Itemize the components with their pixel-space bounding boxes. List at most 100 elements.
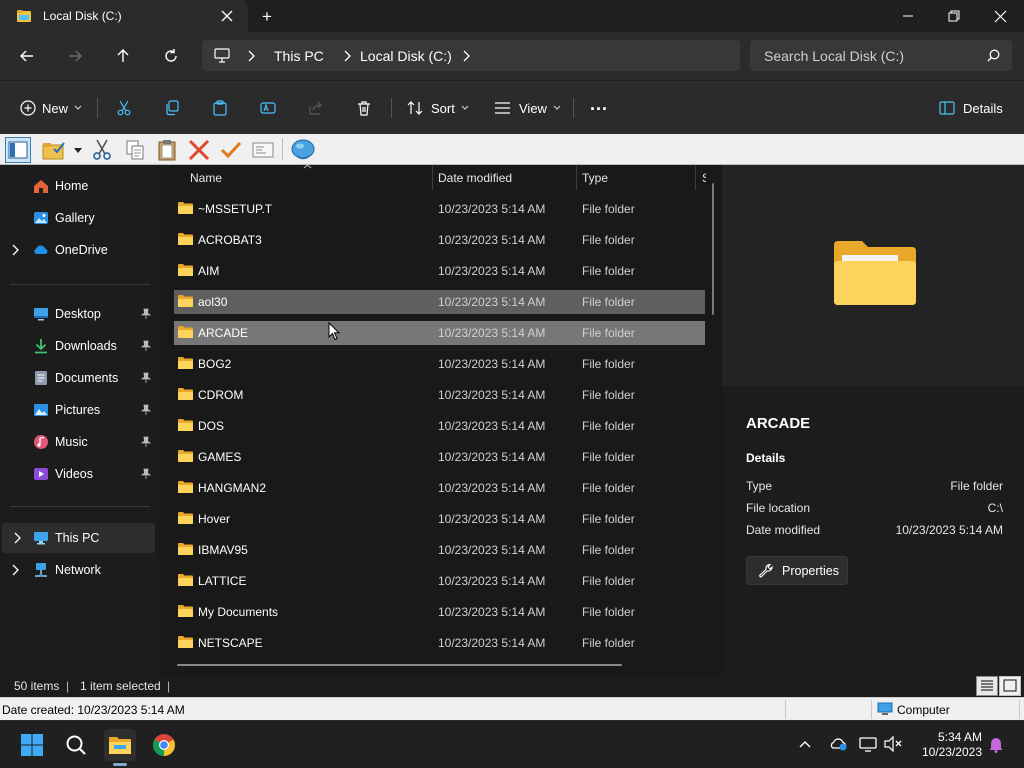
file-row[interactable]: Hover 10/23/2023 5:14 AM File folder bbox=[174, 507, 705, 531]
minimize-button[interactable] bbox=[885, 0, 931, 32]
start-button[interactable] bbox=[16, 729, 48, 761]
paste-button[interactable] bbox=[212, 94, 228, 122]
file-row[interactable]: ARCADE 10/23/2023 5:14 AM File folder bbox=[174, 321, 705, 345]
column-header-name[interactable]: Name bbox=[177, 164, 432, 190]
breadcrumb-local-disk[interactable]: Local Disk (C:) bbox=[360, 48, 452, 64]
restore-button[interactable] bbox=[931, 0, 977, 32]
file-row[interactable]: LATTICE 10/23/2023 5:14 AM File folder bbox=[174, 569, 705, 593]
file-row[interactable]: DOS 10/23/2023 5:14 AM File folder bbox=[174, 414, 705, 438]
new-tab-button[interactable]: + bbox=[262, 7, 272, 27]
details-pane-button[interactable]: Details bbox=[939, 94, 1003, 122]
large-icons-view-toggle[interactable] bbox=[999, 676, 1021, 696]
classic-paste-button[interactable] bbox=[154, 137, 180, 163]
classic-properties-button[interactable] bbox=[250, 137, 276, 163]
notification-bell-icon[interactable] bbox=[988, 736, 1004, 753]
onedrive-tray-icon[interactable] bbox=[829, 736, 849, 752]
classic-select-button[interactable] bbox=[218, 137, 244, 163]
file-date: 10/23/2023 5:14 AM bbox=[438, 481, 546, 495]
forward-button[interactable] bbox=[59, 40, 91, 72]
view-button[interactable]: View bbox=[494, 94, 561, 122]
file-row[interactable]: HANGMAN2 10/23/2023 5:14 AM File folder bbox=[174, 476, 705, 500]
details-location-value: C:\ bbox=[987, 501, 1003, 515]
classic-cut-button[interactable] bbox=[89, 137, 115, 163]
column-header-size[interactable]: S bbox=[696, 165, 706, 190]
cut-button[interactable] bbox=[116, 94, 132, 122]
file-row[interactable]: IBMAV95 10/23/2023 5:14 AM File folder bbox=[174, 538, 705, 562]
nav-item-this-pc[interactable]: This PC bbox=[2, 523, 155, 553]
share-button[interactable] bbox=[308, 94, 324, 122]
folder-options-dropdown[interactable] bbox=[70, 137, 86, 163]
properties-button[interactable]: Properties bbox=[746, 556, 848, 585]
file-row[interactable]: GAMES 10/23/2023 5:14 AM File folder bbox=[174, 445, 705, 469]
column-header-type[interactable]: Type bbox=[577, 165, 694, 190]
folder-icon bbox=[177, 480, 194, 494]
nav-item-videos[interactable]: Videos bbox=[0, 459, 155, 489]
nav-item-home[interactable]: Home bbox=[0, 171, 155, 201]
divider bbox=[391, 98, 392, 118]
chrome-taskbar-button[interactable] bbox=[148, 729, 180, 761]
folder-icon bbox=[177, 418, 194, 432]
nav-item-pictures[interactable]: Pictures bbox=[0, 395, 155, 425]
address-bar[interactable]: This PC Local Disk (C:) bbox=[202, 40, 740, 71]
nav-item-desktop[interactable]: Desktop bbox=[0, 299, 155, 329]
navigation-pane-toggle[interactable] bbox=[5, 137, 31, 163]
nav-item-documents[interactable]: Documents bbox=[0, 363, 155, 393]
up-button[interactable] bbox=[107, 40, 139, 72]
close-tab-icon[interactable] bbox=[220, 9, 234, 23]
chevron-up-icon[interactable] bbox=[799, 740, 811, 748]
new-button[interactable]: New bbox=[20, 94, 82, 122]
search-taskbar-button[interactable] bbox=[60, 729, 92, 761]
classic-delete-button[interactable] bbox=[186, 137, 212, 163]
chevron-right-icon[interactable] bbox=[11, 244, 19, 256]
sort-button[interactable]: Sort bbox=[407, 94, 469, 122]
nav-item-network[interactable]: Network bbox=[0, 555, 155, 585]
nav-item-onedrive[interactable]: OneDrive bbox=[0, 235, 155, 265]
chevron-right-icon[interactable] bbox=[11, 564, 19, 576]
clock[interactable]: 5:34 AM 10/23/2023 bbox=[912, 730, 982, 760]
breadcrumb-this-pc[interactable]: This PC bbox=[274, 48, 324, 64]
rename-button[interactable] bbox=[260, 94, 276, 122]
search-input[interactable]: Search Local Disk (C:) bbox=[750, 40, 1012, 71]
pictures-icon bbox=[33, 402, 49, 418]
file-row[interactable]: My Documents 10/23/2023 5:14 AM File folde… bbox=[174, 600, 705, 624]
nav-item-music[interactable]: Music bbox=[0, 427, 155, 457]
details-view-toggle[interactable] bbox=[976, 676, 998, 696]
nav-item-downloads[interactable]: Downloads bbox=[0, 331, 155, 361]
chevron-right-icon[interactable] bbox=[462, 50, 470, 62]
chevron-right-icon[interactable] bbox=[343, 50, 351, 62]
file-row[interactable]: CDROM 10/23/2023 5:14 AM File folder bbox=[174, 383, 705, 407]
delete-button[interactable] bbox=[356, 94, 372, 122]
close-window-button[interactable] bbox=[977, 0, 1023, 32]
chevron-right-icon[interactable] bbox=[13, 532, 21, 544]
folder-options-button[interactable] bbox=[41, 137, 67, 163]
tab-local-disk[interactable]: Local Disk (C:) bbox=[0, 0, 248, 32]
file-row[interactable]: AIM 10/23/2023 5:14 AM File folder bbox=[174, 259, 705, 283]
file-explorer-taskbar-button[interactable] bbox=[104, 729, 136, 766]
checkmark-icon bbox=[220, 141, 242, 159]
file-row[interactable]: ~MSSETUP.T 10/23/2023 5:14 AM File folder bbox=[174, 197, 705, 221]
refresh-button[interactable] bbox=[155, 40, 187, 72]
title-bar: Local Disk (C:) + bbox=[0, 0, 1024, 32]
zone-label: Computer bbox=[897, 703, 950, 717]
folder-icon bbox=[177, 449, 194, 463]
file-row[interactable]: NETSCAPE 10/23/2023 5:14 AM File folder bbox=[174, 631, 705, 655]
column-header-date[interactable]: Date modified bbox=[433, 165, 576, 190]
back-button[interactable] bbox=[11, 40, 43, 72]
search-icon[interactable] bbox=[987, 49, 1000, 62]
file-row[interactable]: ACROBAT3 10/23/2023 5:14 AM File folder bbox=[174, 228, 705, 252]
display-tray-icon[interactable] bbox=[859, 736, 877, 752]
classic-copy-button[interactable] bbox=[122, 137, 148, 163]
active-indicator bbox=[113, 763, 127, 766]
file-row[interactable]: BOG2 10/23/2023 5:14 AM File folder bbox=[174, 352, 705, 376]
vertical-scrollbar[interactable] bbox=[712, 183, 714, 315]
chevron-right-icon[interactable] bbox=[247, 50, 255, 62]
horizontal-scrollbar[interactable] bbox=[177, 664, 622, 666]
file-row[interactable]: aol30 10/23/2023 5:14 AM File folder bbox=[174, 290, 705, 314]
folder-icon bbox=[177, 232, 194, 246]
volume-muted-icon[interactable] bbox=[884, 736, 902, 752]
column-label: Name bbox=[190, 171, 223, 185]
copy-button[interactable] bbox=[164, 94, 180, 122]
classic-web-button[interactable] bbox=[290, 137, 316, 163]
more-options-button[interactable]: ... bbox=[590, 90, 608, 118]
nav-item-gallery[interactable]: Gallery bbox=[0, 203, 155, 233]
